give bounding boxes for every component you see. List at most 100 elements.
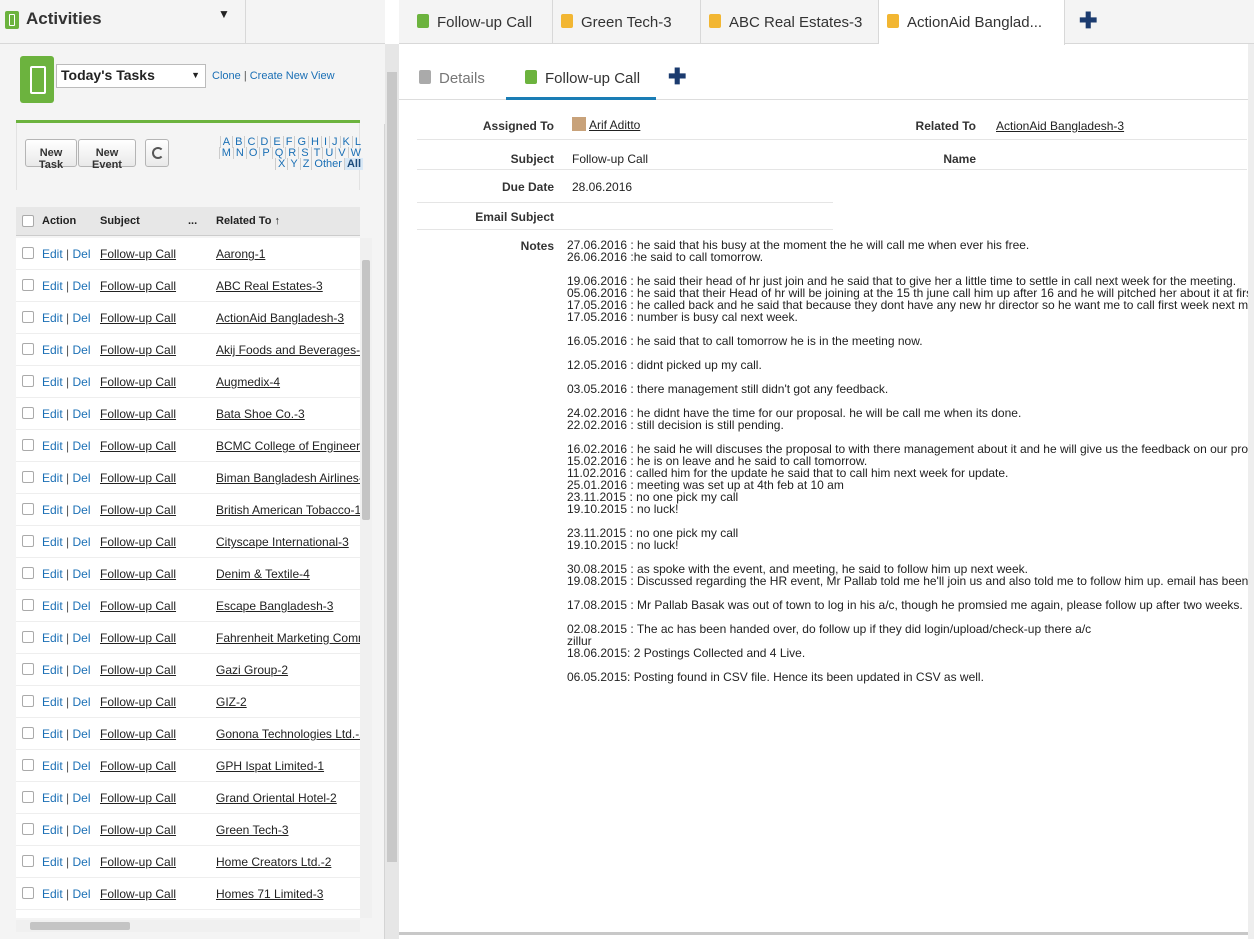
edit-link[interactable]: Edit (42, 343, 63, 357)
edit-link[interactable]: Edit (42, 631, 63, 645)
subject-link[interactable]: Follow-up Call (100, 439, 176, 453)
related-to-link[interactable]: Green Tech-3 (216, 823, 360, 837)
filter-letter-n[interactable]: N (232, 147, 246, 159)
edit-link[interactable]: Edit (42, 279, 63, 293)
col-more[interactable]: ... (188, 215, 197, 227)
delete-link[interactable]: Del (73, 471, 91, 485)
subject-link[interactable]: Follow-up Call (100, 535, 176, 549)
related-to-link[interactable]: GPH Ispat Limited-1 (216, 759, 360, 773)
edit-link[interactable]: Edit (42, 247, 63, 261)
detail-scrollbar[interactable] (1248, 44, 1254, 939)
view-select[interactable]: Today's Tasks ▼ (56, 64, 206, 88)
delete-link[interactable]: Del (73, 311, 91, 325)
delete-link[interactable]: Del (73, 439, 91, 453)
filter-letter-o[interactable]: O (245, 147, 260, 159)
activities-menu-caret[interactable]: ▼ (218, 7, 230, 21)
subject-link[interactable]: Follow-up Call (100, 663, 176, 677)
related-to-link[interactable]: Cityscape International-3 (216, 535, 360, 549)
row-checkbox[interactable] (22, 343, 34, 355)
clone-link[interactable]: Clone (212, 70, 241, 82)
delete-link[interactable]: Del (73, 663, 91, 677)
related-to-link[interactable]: ActionAid Bangladesh-3 (996, 119, 1124, 133)
row-checkbox[interactable] (22, 855, 34, 867)
row-checkbox[interactable] (22, 791, 34, 803)
new-event-button[interactable]: New Event (78, 139, 136, 171)
related-to-link[interactable]: Aarong-1 (216, 247, 360, 261)
edit-link[interactable]: Edit (42, 727, 63, 741)
tab-actionaid[interactable]: ActionAid Banglad... (879, 0, 1065, 45)
related-to-link[interactable]: Grand Oriental Hotel-2 (216, 791, 360, 805)
related-to-link[interactable]: Homes 71 Limited-3 (216, 887, 360, 901)
delete-link[interactable]: Del (73, 375, 91, 389)
edit-link[interactable]: Edit (42, 471, 63, 485)
tab-green-tech[interactable]: Green Tech-3 (553, 0, 701, 44)
edit-link[interactable]: Edit (42, 823, 63, 837)
delete-link[interactable]: Del (73, 855, 91, 869)
subject-link[interactable]: Follow-up Call (100, 407, 176, 421)
subject-link[interactable]: Follow-up Call (100, 471, 176, 485)
related-to-link[interactable]: Gonona Technologies Ltd.-2 (216, 727, 360, 741)
related-to-link[interactable]: ABC Real Estates-3 (216, 279, 360, 293)
filter-letter-other[interactable]: Other (311, 158, 344, 170)
tab-abc-real-estates[interactable]: ABC Real Estates-3 (701, 0, 879, 44)
related-to-link[interactable]: GIZ-2 (216, 695, 360, 709)
create-new-view-link[interactable]: Create New View (250, 70, 335, 82)
subject-link[interactable]: Follow-up Call (100, 567, 176, 581)
subject-link[interactable]: Follow-up Call (100, 503, 176, 517)
row-checkbox[interactable] (22, 247, 34, 259)
delete-link[interactable]: Del (73, 247, 91, 261)
subject-link[interactable]: Follow-up Call (100, 343, 176, 357)
subject-link[interactable]: Follow-up Call (100, 759, 176, 773)
row-checkbox[interactable] (22, 631, 34, 643)
edit-link[interactable]: Edit (42, 503, 63, 517)
edit-link[interactable]: Edit (42, 759, 63, 773)
edit-link[interactable]: Edit (42, 663, 63, 677)
row-checkbox[interactable] (22, 279, 34, 291)
subject-link[interactable]: Follow-up Call (100, 631, 176, 645)
subject-link[interactable]: Follow-up Call (100, 375, 176, 389)
delete-link[interactable]: Del (73, 407, 91, 421)
subject-link[interactable]: Follow-up Call (100, 855, 176, 869)
edit-link[interactable]: Edit (42, 695, 63, 709)
related-to-link[interactable]: Escape Bangladesh-3 (216, 599, 360, 613)
subject-link[interactable]: Follow-up Call (100, 887, 176, 901)
related-to-link[interactable]: Denim & Textile-4 (216, 567, 360, 581)
subject-link[interactable]: Follow-up Call (100, 695, 176, 709)
related-to-link[interactable]: Biman Bangladesh Airlines-1 (216, 471, 360, 485)
select-all-checkbox[interactable] (22, 215, 34, 227)
related-to-link[interactable]: Bata Shoe Co.-3 (216, 407, 360, 421)
subject-link[interactable]: Follow-up Call (100, 247, 176, 261)
filter-letter-y[interactable]: Y (287, 158, 300, 170)
subject-link[interactable]: Follow-up Call (100, 823, 176, 837)
related-to-link[interactable]: BCMC College of Engineering (216, 439, 360, 453)
add-tab-plus-icon[interactable]: ✚ (1079, 8, 1097, 34)
new-task-button[interactable]: New Task (25, 139, 77, 171)
row-checkbox[interactable] (22, 887, 34, 899)
row-checkbox[interactable] (22, 503, 34, 515)
subtab-follow-up-call[interactable]: Follow-up Call (525, 70, 640, 87)
list-scroll-thumb[interactable] (362, 260, 370, 520)
splitter-scroll-thumb[interactable] (387, 72, 397, 862)
filter-letter-m[interactable]: M (218, 147, 233, 159)
edit-link[interactable]: Edit (42, 311, 63, 325)
edit-link[interactable]: Edit (42, 439, 63, 453)
delete-link[interactable]: Del (73, 727, 91, 741)
row-checkbox[interactable] (22, 663, 34, 675)
subject-link[interactable]: Follow-up Call (100, 599, 176, 613)
related-to-link[interactable]: ActionAid Bangladesh-3 (216, 311, 360, 325)
row-checkbox[interactable] (22, 439, 34, 451)
row-checkbox[interactable] (22, 535, 34, 547)
row-checkbox[interactable] (22, 599, 34, 611)
row-checkbox[interactable] (22, 759, 34, 771)
col-related-to[interactable]: Related To ↑ (216, 215, 280, 227)
assigned-to-link[interactable]: Arif Aditto (589, 118, 640, 132)
delete-link[interactable]: Del (73, 535, 91, 549)
row-checkbox[interactable] (22, 567, 34, 579)
subject-link[interactable]: Follow-up Call (100, 279, 176, 293)
edit-link[interactable]: Edit (42, 599, 63, 613)
row-checkbox[interactable] (22, 695, 34, 707)
edit-link[interactable]: Edit (42, 535, 63, 549)
refresh-button[interactable] (145, 139, 169, 167)
row-checkbox[interactable] (22, 471, 34, 483)
filter-letter-all[interactable]: All (343, 158, 363, 170)
